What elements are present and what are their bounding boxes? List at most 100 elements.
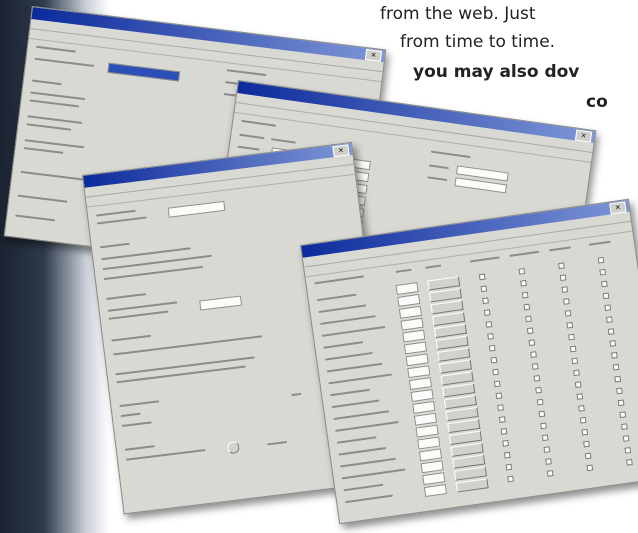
checkbox[interactable]: [612, 363, 620, 371]
checkbox[interactable]: [607, 328, 615, 335]
value-field[interactable]: [415, 424, 439, 438]
edit-button[interactable]: [455, 478, 489, 493]
value-field[interactable]: [405, 353, 429, 367]
value-field[interactable]: [420, 460, 444, 474]
checkbox[interactable]: [574, 381, 582, 389]
checkbox[interactable]: [507, 475, 514, 483]
close-button[interactable]: ×: [364, 49, 383, 62]
checkbox[interactable]: [604, 304, 612, 312]
checkbox[interactable]: [571, 357, 579, 365]
checkbox[interactable]: [579, 416, 587, 424]
checkbox[interactable]: [530, 351, 537, 358]
checkbox[interactable]: [480, 285, 488, 293]
checkbox[interactable]: [546, 470, 554, 477]
checkbox[interactable]: [573, 369, 580, 377]
checkbox[interactable]: [601, 280, 608, 288]
checkbox[interactable]: [487, 332, 494, 340]
value-field[interactable]: [397, 293, 421, 307]
checkbox[interactable]: [531, 363, 539, 370]
checkbox[interactable]: [566, 321, 574, 329]
value-field[interactable]: [408, 377, 433, 391]
value-field[interactable]: [410, 388, 434, 402]
checkbox[interactable]: [586, 464, 594, 472]
checkbox[interactable]: [525, 315, 532, 323]
checkbox[interactable]: [543, 446, 551, 454]
close-button[interactable]: ×: [609, 201, 627, 215]
checkbox[interactable]: [606, 316, 613, 324]
checkbox[interactable]: [498, 416, 506, 423]
checkbox[interactable]: [520, 279, 527, 287]
checkbox[interactable]: [497, 404, 504, 412]
checkbox[interactable]: [523, 303, 531, 311]
value-field[interactable]: [398, 305, 423, 319]
checkbox[interactable]: [541, 434, 549, 442]
checkbox[interactable]: [559, 274, 567, 282]
checkbox[interactable]: [626, 458, 633, 466]
checkbox[interactable]: [485, 321, 493, 328]
checkbox[interactable]: [599, 268, 607, 276]
checkbox[interactable]: [564, 309, 572, 317]
checkbox[interactable]: [616, 387, 623, 395]
value-field[interactable]: [403, 341, 428, 355]
checkbox[interactable]: [563, 298, 570, 305]
checkbox[interactable]: [483, 309, 491, 316]
checkbox[interactable]: [597, 256, 605, 264]
checkbox[interactable]: [538, 410, 546, 418]
close-button[interactable]: ×: [574, 129, 593, 143]
value-field[interactable]: [418, 448, 443, 462]
checkbox[interactable]: [602, 292, 610, 300]
checkbox[interactable]: [576, 393, 584, 400]
radio-button[interactable]: [226, 440, 241, 455]
value-field[interactable]: [417, 436, 441, 450]
checkbox[interactable]: [482, 297, 489, 305]
checkbox[interactable]: [526, 327, 534, 335]
checkbox[interactable]: [568, 333, 575, 341]
checkbox[interactable]: [518, 267, 526, 275]
value-field[interactable]: [413, 412, 438, 426]
text-field[interactable]: [199, 295, 243, 311]
checkbox[interactable]: [561, 286, 569, 293]
value-field[interactable]: [395, 282, 419, 296]
checkbox[interactable]: [624, 446, 632, 454]
checkbox[interactable]: [540, 422, 547, 430]
checkbox[interactable]: [535, 386, 542, 394]
checkbox[interactable]: [569, 345, 577, 353]
value-field[interactable]: [412, 400, 436, 414]
checkbox[interactable]: [617, 399, 625, 407]
checkbox[interactable]: [533, 374, 541, 382]
dropdown-field[interactable]: [107, 62, 181, 82]
checkbox[interactable]: [495, 392, 503, 400]
value-field[interactable]: [407, 365, 431, 379]
checkbox[interactable]: [478, 273, 486, 281]
checkbox[interactable]: [528, 339, 536, 347]
checkbox[interactable]: [500, 428, 508, 435]
checkbox[interactable]: [493, 380, 501, 388]
value-field[interactable]: [402, 329, 426, 343]
value-field[interactable]: [422, 472, 446, 486]
checkbox[interactable]: [488, 344, 496, 352]
checkbox[interactable]: [502, 439, 509, 447]
close-button[interactable]: ×: [332, 144, 350, 158]
value-field[interactable]: [423, 484, 448, 498]
checkbox[interactable]: [490, 356, 498, 364]
checkbox[interactable]: [611, 351, 618, 359]
checkbox[interactable]: [619, 411, 627, 419]
text-field[interactable]: [167, 200, 226, 218]
checkbox[interactable]: [583, 440, 590, 448]
checkbox[interactable]: [536, 398, 544, 406]
checkbox[interactable]: [578, 405, 585, 412]
checkbox[interactable]: [622, 435, 630, 442]
checkbox[interactable]: [545, 458, 552, 465]
checkbox[interactable]: [609, 340, 617, 347]
checkbox[interactable]: [581, 428, 589, 436]
checkbox[interactable]: [503, 451, 511, 459]
row-label: [320, 315, 376, 325]
checkbox[interactable]: [558, 262, 565, 270]
checkbox[interactable]: [521, 291, 529, 299]
value-field[interactable]: [400, 317, 424, 331]
checkbox[interactable]: [621, 423, 628, 431]
checkbox[interactable]: [584, 452, 592, 460]
checkbox[interactable]: [492, 368, 499, 376]
checkbox[interactable]: [614, 375, 622, 383]
checkbox[interactable]: [505, 463, 513, 471]
